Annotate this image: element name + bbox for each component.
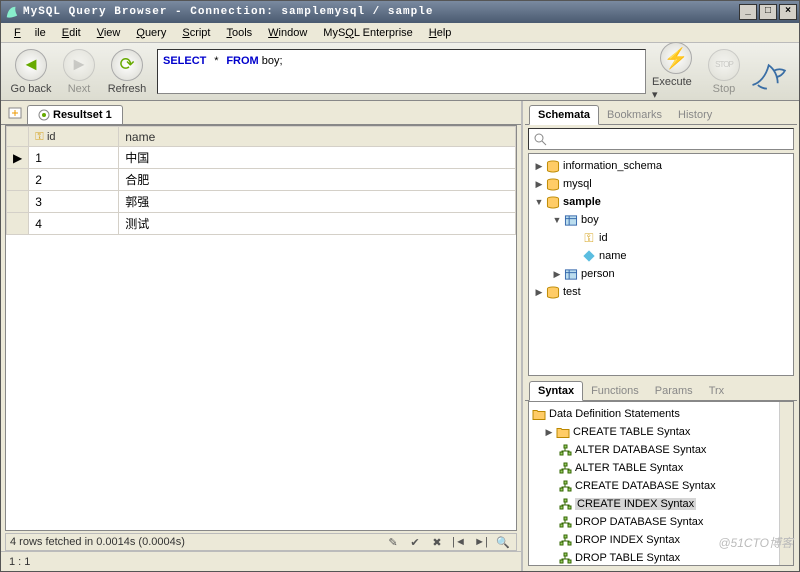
db-mysql[interactable]: mysql: [563, 178, 592, 190]
position-bar: 1 : 1: [1, 551, 521, 571]
table-row[interactable]: 4测试: [7, 213, 516, 235]
app-icon: [5, 5, 19, 19]
menu-tools[interactable]: Tools: [219, 25, 259, 41]
result-statusbar: 4 rows fetched in 0.0014s (0.0004s) ✎ ✔ …: [5, 533, 517, 551]
syntax-item[interactable]: DROP INDEX Syntax: [575, 534, 680, 546]
stop-button[interactable]: STOPStop: [700, 49, 748, 95]
menu-window[interactable]: Window: [261, 25, 314, 41]
window-titlebar: MySQL Query Browser - Connection: sample…: [1, 1, 799, 23]
toolbar: ◄Go back ►Next ⟳Refresh SELECT * FROM bo…: [1, 43, 799, 101]
syntax-item[interactable]: ALTER DATABASE Syntax: [575, 444, 706, 456]
table-row[interactable]: 2合肥: [7, 169, 516, 191]
table-person[interactable]: person: [581, 268, 615, 280]
schema-tabs: Schemata Bookmarks History: [525, 103, 797, 125]
sql-editor[interactable]: SELECT * FROM boy;: [157, 49, 646, 94]
key-icon: ⚿: [581, 231, 597, 245]
next-button[interactable]: ►Next: [55, 49, 103, 95]
edit-icon[interactable]: ✎: [384, 536, 402, 549]
col-id[interactable]: ⚿ id: [29, 127, 119, 147]
db-sample[interactable]: sample: [563, 196, 601, 208]
refresh-button[interactable]: ⟳Refresh: [103, 49, 151, 95]
menu-edit[interactable]: Edit: [55, 25, 88, 41]
menu-bar: File Edit View Query Script Tools Window…: [1, 23, 799, 43]
right-pane: Schemata Bookmarks History ▶information_…: [523, 101, 799, 571]
window-title: MySQL Query Browser - Connection: sample…: [23, 6, 739, 18]
db-test[interactable]: test: [563, 286, 581, 298]
menu-query[interactable]: Query: [129, 25, 173, 41]
last-icon[interactable]: ►|: [472, 536, 490, 548]
table-row[interactable]: 3郭强: [7, 191, 516, 213]
tab-trx[interactable]: Trx: [701, 382, 732, 400]
minimize-button[interactable]: _: [739, 4, 757, 20]
fetch-status: 4 rows fetched in 0.0014s (0.0004s): [10, 536, 185, 548]
menu-script[interactable]: Script: [175, 25, 217, 41]
sql-keyword-select: SELECT: [163, 55, 206, 67]
sql-keyword-from: FROM: [226, 55, 258, 67]
result-grid[interactable]: ⚿ id name ▶1中国 2合肥 3郭强 4测试: [5, 125, 517, 531]
syntax-ddl-folder[interactable]: Data Definition Statements: [549, 408, 680, 420]
schema-tree[interactable]: ▶information_schema ▶mysql ▼sample ▼boy …: [528, 153, 794, 376]
menu-help[interactable]: Help: [422, 25, 459, 41]
tab-schemata[interactable]: Schemata: [529, 105, 599, 125]
apply-icon[interactable]: ✔: [406, 536, 424, 549]
execute-button[interactable]: ⚡Execute ▾: [652, 42, 700, 101]
watermark: @51CTO博客: [718, 534, 793, 551]
magnify-icon: [533, 132, 547, 146]
syntax-item[interactable]: DROP DATABASE Syntax: [575, 516, 703, 528]
goback-button[interactable]: ◄Go back: [7, 49, 55, 95]
table-row[interactable]: ▶1中国: [7, 147, 516, 169]
syntax-tabs: Syntax Functions Params Trx: [525, 379, 797, 401]
column-name[interactable]: name: [599, 250, 627, 262]
syntax-item-selected[interactable]: CREATE INDEX Syntax: [575, 498, 696, 510]
column-icon: [581, 249, 597, 263]
syntax-item[interactable]: DROP TABLE Syntax: [575, 552, 680, 564]
db-information-schema[interactable]: information_schema: [563, 160, 662, 172]
tab-functions[interactable]: Functions: [583, 382, 647, 400]
tab-params[interactable]: Params: [647, 382, 701, 400]
tab-resultset[interactable]: Resultset 1: [27, 105, 123, 124]
discard-icon[interactable]: ✖: [428, 536, 446, 549]
maximize-button[interactable]: □: [759, 4, 777, 20]
schema-search[interactable]: [528, 128, 794, 150]
search-icon[interactable]: 🔍: [494, 536, 512, 549]
row-header-blank: [7, 127, 29, 147]
table-boy[interactable]: boy: [581, 214, 599, 226]
left-pane: Resultset 1 ⚿ id name ▶1中国 2合肥 3郭强 4测试 4…: [1, 101, 523, 571]
col-name[interactable]: name: [119, 127, 516, 147]
first-icon[interactable]: |◄: [450, 536, 468, 548]
resultset-icon: [38, 109, 50, 121]
column-id[interactable]: id: [599, 232, 608, 244]
result-tabs: Resultset 1: [1, 101, 521, 125]
syntax-item[interactable]: ALTER TABLE Syntax: [575, 462, 683, 474]
tab-history[interactable]: History: [670, 106, 720, 124]
new-tab-icon[interactable]: [7, 105, 23, 121]
syntax-item[interactable]: CREATE DATABASE Syntax: [575, 480, 716, 492]
menu-file[interactable]: File: [7, 25, 53, 41]
mysql-dolphin-icon: [748, 49, 793, 94]
syntax-item[interactable]: CREATE TABLE Syntax: [573, 426, 690, 438]
menu-enterprise[interactable]: MySQL Enterprise: [316, 25, 419, 41]
menu-view[interactable]: View: [90, 25, 128, 41]
tab-bookmarks[interactable]: Bookmarks: [599, 106, 670, 124]
tab-syntax[interactable]: Syntax: [529, 381, 583, 401]
close-button[interactable]: ×: [779, 4, 797, 20]
